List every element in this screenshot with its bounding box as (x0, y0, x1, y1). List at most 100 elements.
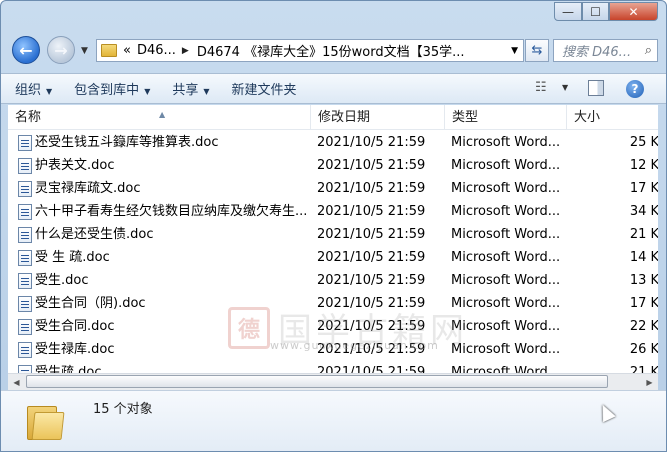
file-type: Microsoft Word... (451, 319, 561, 334)
file-name[interactable]: 受生.doc (35, 269, 310, 292)
item-count: 15 个对象 (93, 402, 153, 417)
file-type: Microsoft Word... (451, 204, 561, 219)
file-list: 名称 ▲ 修改日期 类型 大小 还受生钱五斗籙库等推算表.doc 2021/10/… (8, 105, 658, 373)
word-document-icon (18, 227, 32, 243)
word-document-icon (18, 181, 32, 197)
breadcrumb-current[interactable]: D4674 《禄库大全》15份word文档【35学... (197, 41, 465, 60)
scrollbar-thumb[interactable] (26, 375, 608, 388)
address-bar[interactable]: « D46... ▶ D4674 《禄库大全》15份word文档【35学... … (96, 39, 524, 62)
file-size: 21 KB (629, 365, 658, 373)
file-size: 17 KB (629, 181, 658, 196)
file-row[interactable]: 受生合同.doc 2021/10/5 21:59 Microsoft Word...… (8, 315, 658, 338)
file-size: 25 KB (629, 135, 658, 150)
file-name[interactable]: 护表关文.doc (35, 154, 310, 177)
refresh-button[interactable]: ⇆ (525, 39, 549, 62)
sort-ascending-icon: ▲ (159, 110, 166, 119)
file-row[interactable]: 受生.doc 2021/10/5 21:59 Microsoft Word... 13… (8, 269, 658, 292)
forward-button[interactable]: → (47, 36, 75, 64)
file-row[interactable]: 什么是还受生债.doc 2021/10/5 21:59 Microsoft Word… (8, 223, 658, 246)
search-input[interactable]: 搜索 D46... ⌕ (553, 39, 658, 62)
scroll-right-icon[interactable]: ▶ (641, 374, 658, 390)
word-document-icon (18, 273, 32, 289)
new-folder-button[interactable]: 新建文件夹 (232, 79, 297, 98)
file-size: 34 KB (629, 204, 658, 219)
file-size: 22 KB (629, 319, 658, 334)
file-size: 17 KB (629, 296, 658, 311)
address-dropdown-icon[interactable]: ▼ (511, 46, 518, 56)
breadcrumb-separator-icon[interactable]: ▶ (182, 46, 189, 56)
file-name[interactable]: 灵宝禄库疏文.doc (35, 177, 310, 200)
explorer-window: — ☐ ✕ ← → ▼ « D46... ▶ D4674 《禄库大全》15份wo… (0, 0, 667, 452)
file-row[interactable]: 受生合同（阴).doc 2021/10/5 21:59 Microsoft Word… (8, 292, 658, 315)
word-document-icon (18, 296, 32, 312)
file-date: 2021/10/5 21:59 (317, 296, 426, 311)
share-menu[interactable]: 共享 ▼ (172, 79, 209, 98)
file-row[interactable]: 灵宝禄库疏文.doc 2021/10/5 21:59 Microsoft Word.… (8, 177, 658, 200)
file-type: Microsoft Word... (451, 365, 561, 373)
column-date[interactable]: 修改日期 (311, 105, 445, 129)
file-row[interactable]: 六十甲子看寿生经欠钱数目应纳库及缴欠寿生... 2021/10/5 21:59 Mi… (8, 200, 658, 223)
close-button[interactable]: ✕ (609, 2, 658, 21)
file-name[interactable]: 还受生钱五斗籙库等推算表.doc (35, 131, 310, 154)
file-name[interactable]: 受 生 疏.doc (35, 246, 310, 269)
preview-pane-icon[interactable] (588, 80, 604, 96)
organize-label: 组织 (15, 83, 42, 98)
horizontal-scrollbar[interactable]: ◀ ▶ (8, 373, 658, 390)
file-type: Microsoft Word... (451, 250, 561, 265)
file-date: 2021/10/5 21:59 (317, 273, 426, 288)
file-name[interactable]: 受生禄库.doc (35, 338, 310, 361)
file-date: 2021/10/5 21:59 (317, 158, 426, 173)
file-date: 2021/10/5 21:59 (317, 135, 426, 150)
column-name-label: 名称 (15, 110, 42, 125)
scroll-left-icon[interactable]: ◀ (8, 374, 25, 390)
file-name[interactable]: 受生疏.doc (35, 361, 310, 373)
command-toolbar: 组织 ▼ 包含到库中 ▼ 共享 ▼ 新建文件夹 ☷ ▼ ? (1, 73, 666, 104)
file-row[interactable]: 护表关文.doc 2021/10/5 21:59 Microsoft Word...… (8, 154, 658, 177)
title-bar: — ☐ ✕ (1, 1, 666, 31)
file-size: 12 KB (629, 158, 658, 173)
file-row[interactable]: 还受生钱五斗籙库等推算表.doc 2021/10/5 21:59 Microsoft… (8, 131, 658, 154)
file-date: 2021/10/5 21:59 (317, 365, 426, 373)
folder-icon (27, 402, 65, 440)
word-document-icon (18, 204, 32, 220)
word-document-icon (18, 135, 32, 151)
file-row[interactable]: 受生疏.doc 2021/10/5 21:59 Microsoft Word... 2… (8, 361, 658, 373)
minimize-button[interactable]: — (554, 2, 582, 21)
word-document-icon (18, 365, 32, 373)
help-icon[interactable]: ? (626, 80, 644, 98)
file-type: Microsoft Word... (451, 342, 561, 357)
column-type[interactable]: 类型 (445, 105, 567, 129)
search-placeholder: 搜索 D46... (562, 45, 632, 60)
file-type: Microsoft Word... (451, 227, 561, 242)
file-name[interactable]: 受生合同（阴).doc (35, 292, 310, 315)
file-row[interactable]: 受 生 疏.doc 2021/10/5 21:59 Microsoft Word..… (8, 246, 658, 269)
view-options-dropdown-icon[interactable]: ▼ (562, 83, 568, 92)
include-in-library-menu[interactable]: 包含到库中 ▼ (74, 79, 150, 98)
file-name[interactable]: 什么是还受生债.doc (35, 223, 310, 246)
maximize-button[interactable]: ☐ (582, 2, 609, 21)
breadcrumb-parent[interactable]: D46... (137, 43, 176, 58)
folder-icon (101, 44, 117, 57)
back-button[interactable]: ← (12, 36, 40, 64)
chevron-down-icon: ▼ (144, 87, 151, 96)
include-in-library-label: 包含到库中 (74, 83, 140, 98)
mouse-cursor-icon (596, 401, 616, 423)
address-overflow[interactable]: « (123, 43, 131, 58)
file-type: Microsoft Word... (451, 135, 561, 150)
file-name[interactable]: 六十甲子看寿生经欠钱数目应纳库及缴欠寿生... (35, 200, 310, 223)
change-view-icon[interactable]: ☷ (535, 80, 547, 95)
recent-pages-dropdown-icon[interactable]: ▼ (81, 46, 88, 56)
organize-menu[interactable]: 组织 ▼ (15, 79, 52, 98)
file-date: 2021/10/5 21:59 (317, 250, 426, 265)
file-name[interactable]: 受生合同.doc (35, 315, 310, 338)
file-size: 21 KB (629, 227, 658, 242)
details-pane: 15 个对象 (1, 390, 666, 451)
word-document-icon (18, 319, 32, 335)
column-size[interactable]: 大小 (567, 105, 658, 129)
chevron-down-icon: ▼ (46, 87, 53, 96)
column-name[interactable]: 名称 ▲ (8, 105, 311, 129)
file-date: 2021/10/5 21:59 (317, 204, 426, 219)
file-size: 26 KB (629, 342, 658, 357)
search-icon[interactable]: ⌕ (645, 43, 652, 58)
watermark-url: www.guoxuegeziyuan.com (270, 339, 439, 352)
